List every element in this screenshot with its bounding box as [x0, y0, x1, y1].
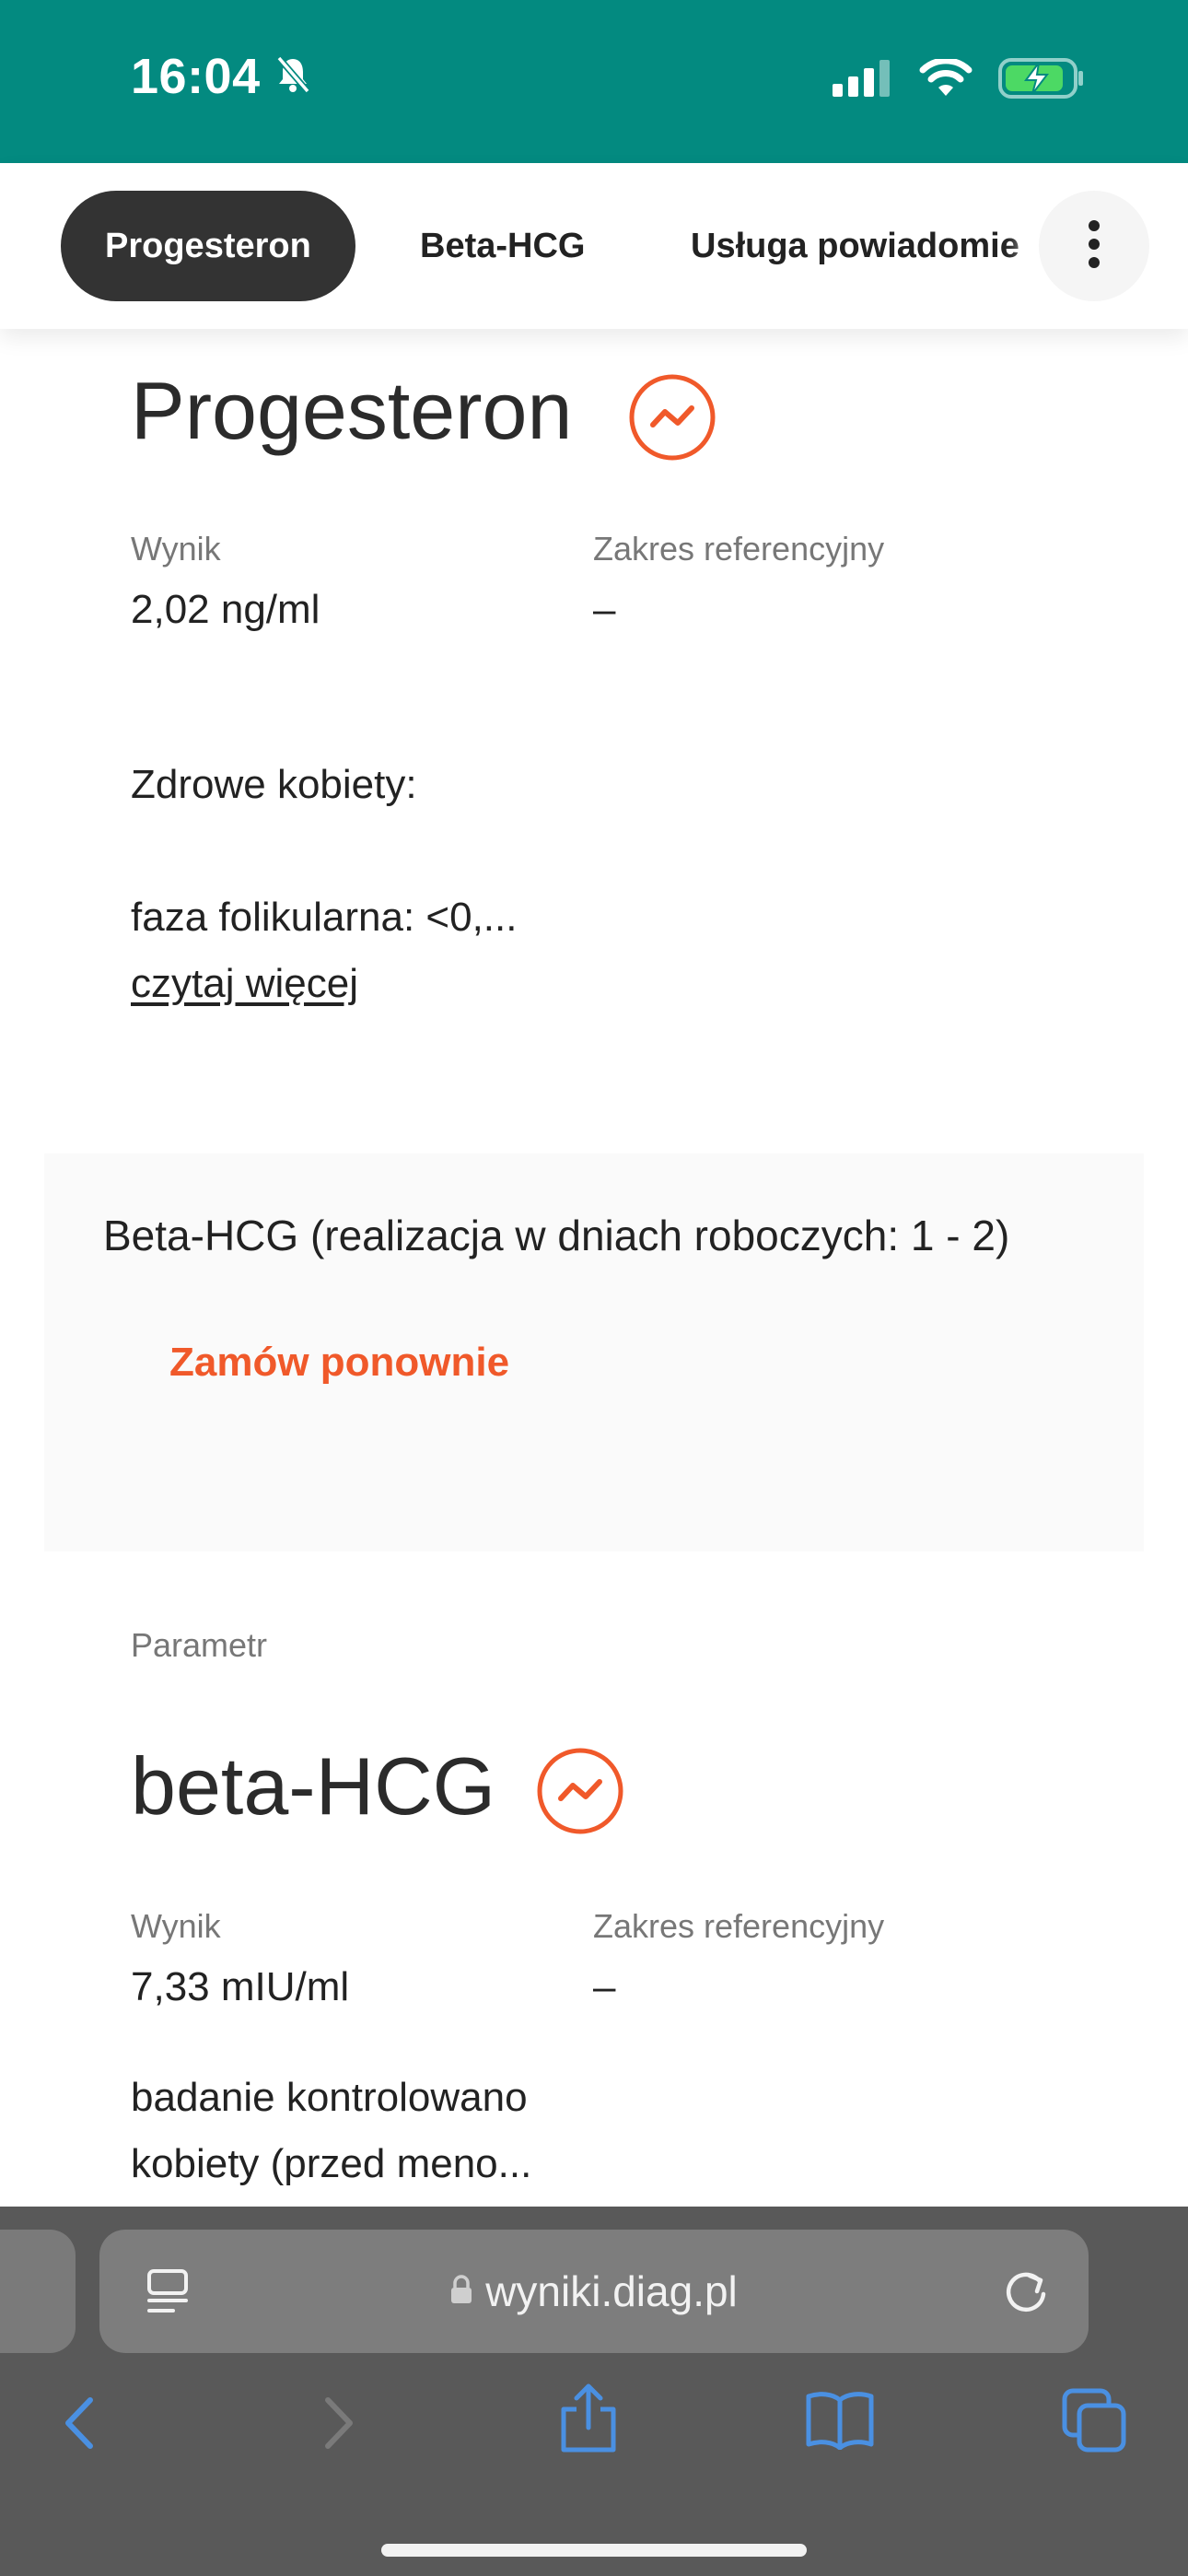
beta-hcg-result-value: 7,33 mIU/ml	[131, 1964, 350, 2009]
progesteron-result-label: Wynik	[131, 530, 221, 568]
time-group: 16:04	[131, 48, 312, 105]
previous-tab-preview[interactable]	[0, 2230, 76, 2353]
progesteron-note-heading: Zdrowe kobiety:	[131, 762, 417, 807]
reload-icon[interactable]	[1002, 2266, 1050, 2321]
tab-progesteron[interactable]: Progesteron	[61, 191, 355, 301]
status-time: 16:04	[131, 49, 261, 104]
tab-notification-service[interactable]: Usługa powiadomie	[691, 191, 1019, 301]
trend-chart-icon[interactable]	[628, 373, 716, 462]
beta-hcg-title: beta-HCG	[131, 1740, 496, 1832]
beta-hcg-note-line2: kobiety (przed meno...	[131, 2141, 532, 2186]
read-more-link[interactable]: czytaj więcej	[131, 961, 358, 1007]
address-bar[interactable]: wyniki.diag.pl	[99, 2230, 1089, 2353]
order-title: Beta-HCG (realizacja w dniach roboczych:…	[103, 1212, 1010, 1259]
lock-icon	[450, 2274, 472, 2309]
beta-hcg-reference-label: Zakres referencyjny	[593, 1907, 885, 1945]
beta-hcg-reference-value: –	[593, 1964, 616, 2009]
progesteron-result-value: 2,02 ng/ml	[131, 587, 320, 632]
tab-beta-hcg[interactable]: Beta-HCG	[420, 191, 585, 301]
url-display: wyniki.diag.pl	[99, 2230, 1089, 2353]
beta-hcg-result-label: Wynik	[131, 1907, 221, 1945]
beta-hcg-note-line1: badanie kontrolowano	[131, 2075, 528, 2120]
more-options-button[interactable]	[1039, 191, 1149, 301]
home-indicator	[381, 2544, 807, 2557]
battery-charging-icon	[998, 57, 1085, 104]
tab-bar: Progesteron Beta-HCG Usługa powiadomie	[0, 163, 1188, 329]
reorder-card: Beta-HCG (realizacja w dniach roboczych:…	[44, 1153, 1144, 1551]
progesteron-reference-label: Zakres referencyjny	[593, 530, 885, 568]
silent-bell-icon	[274, 54, 312, 100]
back-icon[interactable]	[59, 2391, 99, 2460]
trend-chart-icon[interactable]	[536, 1747, 624, 1835]
progesteron-note-text: faza folikularna: <0,...	[131, 895, 518, 940]
browser-toolbar: wyniki.diag.pl	[0, 2207, 1188, 2576]
status-icons	[833, 57, 1085, 104]
signal-icon	[833, 60, 893, 101]
parameter-label: Parametr	[131, 1626, 268, 1664]
bookmarks-icon[interactable]	[805, 2389, 875, 2454]
url-text: wyniki.diag.pl	[485, 2267, 738, 2315]
wifi-icon	[919, 57, 973, 102]
reorder-button[interactable]: Zamów ponownie	[169, 1340, 509, 1386]
more-vertical-icon	[1087, 219, 1101, 273]
forward-icon[interactable]	[319, 2391, 359, 2460]
progesteron-title: Progesteron	[131, 365, 573, 456]
status-bar: 16:04	[0, 0, 1188, 163]
tabs-icon[interactable]	[1061, 2387, 1127, 2458]
share-icon[interactable]	[556, 2382, 621, 2460]
progesteron-reference-value: –	[593, 587, 616, 632]
